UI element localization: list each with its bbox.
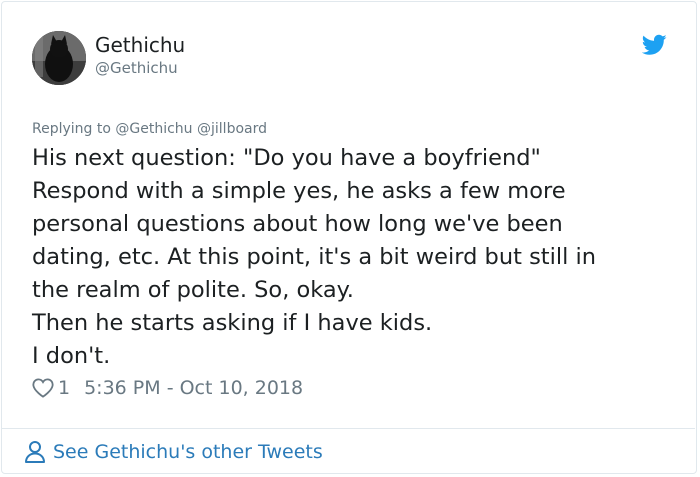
tweet-text-line: dating, etc. At this point, it's a bit w… (32, 244, 597, 270)
see-other-tweets-label: See Gethichu's other Tweets (53, 441, 323, 463)
tweet-text-line: Then he starts asking if I have kids. (32, 310, 433, 336)
mention-link[interactable]: @Gethichu (115, 121, 192, 137)
tweet-text-line: I don't. (32, 343, 111, 369)
author-handle[interactable]: @Gethichu (95, 59, 178, 77)
footer-divider (1, 428, 695, 429)
tweet-text: His next question: "Do you have a boyfri… (32, 142, 672, 373)
reply-context: Replying to @Gethichu @jillboard (32, 120, 267, 138)
heart-icon[interactable] (32, 378, 54, 398)
tweet-text-line: His next question: "Do you have a boyfri… (32, 145, 541, 171)
avatar[interactable] (32, 31, 86, 85)
author-display-name[interactable]: Gethichu (95, 33, 185, 57)
like-count[interactable]: 1 (58, 377, 70, 399)
see-other-tweets-link[interactable]: See Gethichu's other Tweets (24, 439, 323, 465)
mention-link[interactable]: @jillboard (197, 121, 267, 137)
tweet-timestamp[interactable]: 5:36 PM - Oct 10, 2018 (84, 377, 303, 399)
person-icon (25, 441, 45, 463)
tweet-text-line: Respond with a simple yes, he asks a few… (32, 178, 566, 204)
tweet-meta: 1 5:36 PM - Oct 10, 2018 (32, 375, 303, 401)
avatar-image (32, 31, 86, 85)
tweet-text-line: personal questions about how long we've … (32, 211, 563, 237)
reply-context-prefix: Replying to (32, 121, 111, 137)
twitter-bird-icon[interactable] (642, 34, 667, 56)
tweet-text-line: the realm of polite. So, okay. (32, 277, 354, 303)
